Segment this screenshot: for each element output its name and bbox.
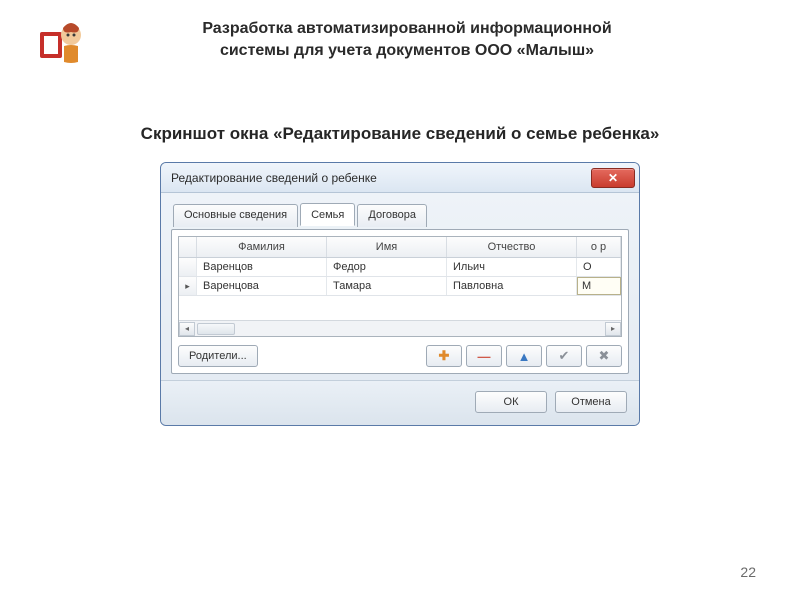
cell-name[interactable]: Федор bbox=[327, 258, 447, 276]
edit-icon: ▲ bbox=[518, 349, 531, 364]
grid-header-surname[interactable]: Фамилия bbox=[197, 237, 327, 257]
tab-basic-info[interactable]: Основные сведения bbox=[173, 204, 298, 227]
page-number: 22 bbox=[740, 564, 756, 580]
grid-header-extra[interactable]: о р bbox=[577, 237, 621, 257]
table-row[interactable]: Варенцова Тамара Павловна М bbox=[179, 277, 621, 296]
tab-panel-family: Фамилия Имя Отчество о р Варенцов Федор … bbox=[171, 229, 629, 374]
cell-name[interactable]: Тамара bbox=[327, 277, 447, 295]
scroll-right-icon[interactable]: ▸ bbox=[605, 322, 621, 336]
dialog-titlebar[interactable]: Редактирование сведений о ребенке ✕ bbox=[161, 163, 639, 193]
close-icon: ✕ bbox=[608, 171, 618, 185]
tab-family[interactable]: Семья bbox=[300, 203, 355, 226]
grid-horizontal-scrollbar[interactable]: ◂ ▸ bbox=[179, 320, 621, 336]
close-button[interactable]: ✕ bbox=[591, 168, 635, 188]
dialog-title: Редактирование сведений о ребенке bbox=[171, 171, 377, 185]
slide-title: Разработка автоматизированной информацио… bbox=[102, 18, 760, 61]
check-icon: ✔ bbox=[559, 348, 570, 364]
slide-subtitle: Скриншот окна «Редактирование сведений о… bbox=[0, 124, 800, 144]
grid-header-indicator bbox=[179, 237, 197, 257]
cell-surname[interactable]: Варенцов bbox=[197, 258, 327, 276]
grid-header: Фамилия Имя Отчество о р bbox=[179, 237, 621, 258]
dialog-window: Редактирование сведений о ребенке ✕ Осно… bbox=[160, 162, 640, 426]
post-record-button[interactable]: ✔ bbox=[546, 345, 582, 367]
add-record-button[interactable]: ✚ bbox=[426, 345, 462, 367]
cell-surname[interactable]: Варенцова bbox=[197, 277, 327, 295]
family-grid[interactable]: Фамилия Имя Отчество о р Варенцов Федор … bbox=[178, 236, 622, 337]
delete-record-button[interactable]: — bbox=[466, 345, 502, 367]
cell-patronymic[interactable]: Павловна bbox=[447, 277, 577, 295]
cell-extra[interactable]: М bbox=[577, 277, 621, 295]
plus-icon: ✚ bbox=[439, 348, 450, 364]
parents-button[interactable]: Родители... bbox=[178, 345, 258, 367]
row-indicator bbox=[179, 277, 197, 295]
tab-bar: Основные сведения Семья Договора bbox=[171, 203, 629, 226]
grid-header-patronymic[interactable]: Отчество bbox=[447, 237, 577, 257]
tab-contracts[interactable]: Договора bbox=[357, 204, 427, 227]
record-navigator: ✚ — ▲ ✔ ✖ bbox=[426, 345, 622, 367]
row-indicator bbox=[179, 258, 197, 276]
cancel-record-button[interactable]: ✖ bbox=[586, 345, 622, 367]
cell-extra[interactable]: О bbox=[577, 258, 621, 276]
cancel-button[interactable]: Отмена bbox=[555, 391, 627, 413]
cell-patronymic[interactable]: Ильич bbox=[447, 258, 577, 276]
scroll-thumb[interactable] bbox=[197, 323, 235, 335]
grid-header-name[interactable]: Имя bbox=[327, 237, 447, 257]
scroll-left-icon[interactable]: ◂ bbox=[179, 322, 195, 336]
edit-record-button[interactable]: ▲ bbox=[506, 345, 542, 367]
ok-button[interactable]: ОК bbox=[475, 391, 547, 413]
minus-icon: — bbox=[478, 349, 491, 364]
x-icon: ✖ bbox=[599, 348, 610, 364]
table-row[interactable]: Варенцов Федор Ильич О bbox=[179, 258, 621, 277]
slide-mascot-icon bbox=[38, 18, 86, 66]
